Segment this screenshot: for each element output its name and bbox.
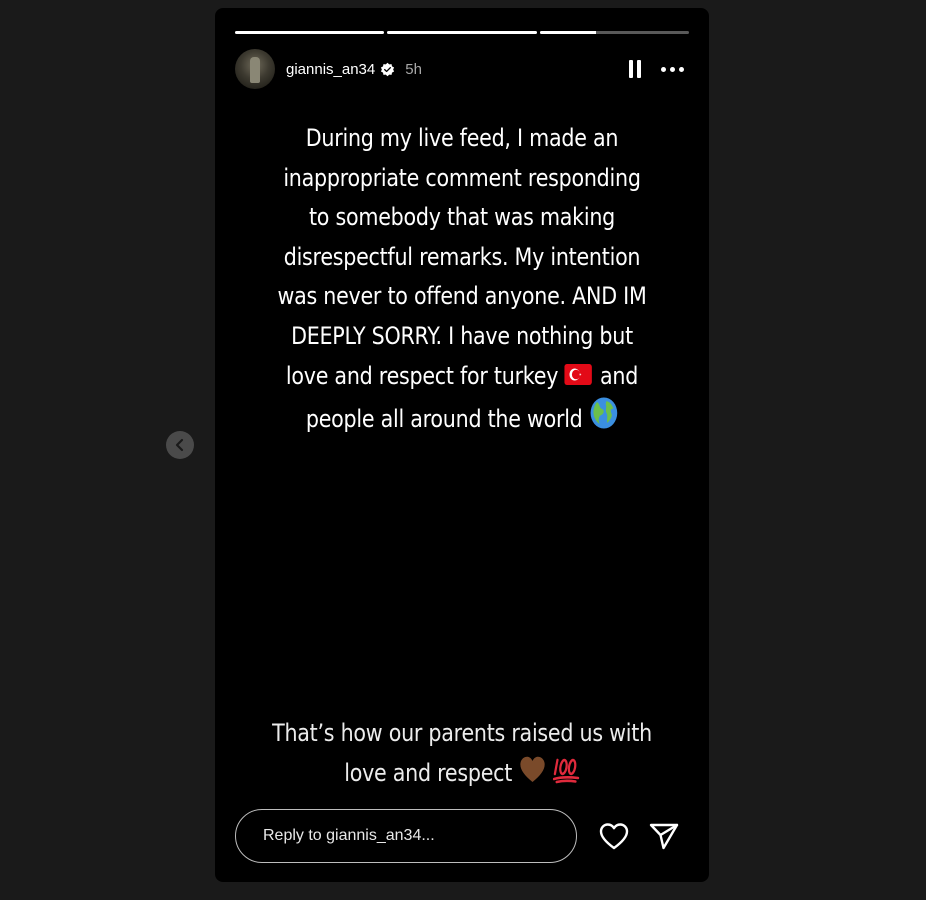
caption-line: love and respect bbox=[267, 754, 657, 794]
progress-segment bbox=[387, 31, 537, 34]
chevron-left-icon bbox=[175, 438, 184, 452]
caption-line: was never to offend anyone. AND IM bbox=[277, 282, 647, 311]
caption-line: That’s how our parents raised us with bbox=[272, 719, 652, 747]
send-icon[interactable] bbox=[648, 821, 680, 851]
post-time: 5h bbox=[405, 60, 422, 78]
caption-text: love and respect bbox=[344, 758, 513, 787]
avatar[interactable] bbox=[235, 49, 275, 89]
caption-text: people all around the world bbox=[305, 405, 583, 434]
story-footer-caption: That’s how our parents raised us with lo… bbox=[267, 714, 657, 793]
verified-badge-icon bbox=[381, 62, 395, 76]
caption-line: inappropriate comment responding bbox=[283, 163, 641, 192]
story-progress-bar bbox=[235, 31, 689, 34]
previous-story-button[interactable] bbox=[166, 431, 194, 459]
caption-text: love and respect for turkey bbox=[285, 361, 559, 390]
story-header: giannis_an34 5h bbox=[235, 48, 689, 90]
username-link[interactable]: giannis_an34 bbox=[286, 61, 375, 78]
hundred-points-emoji bbox=[552, 758, 580, 783]
caption-line: love and respect for turkey and bbox=[267, 357, 657, 397]
progress-segment bbox=[539, 31, 689, 34]
brown-heart-emoji bbox=[520, 756, 545, 782]
caption-text: and bbox=[600, 361, 639, 390]
heart-icon[interactable] bbox=[598, 821, 630, 851]
pause-icon[interactable] bbox=[629, 60, 641, 78]
turkey-flag-emoji bbox=[564, 363, 593, 385]
globe-emoji bbox=[590, 397, 617, 429]
more-options-icon[interactable] bbox=[661, 66, 684, 72]
caption-line: During my live feed, I made an bbox=[305, 124, 619, 152]
caption-line: DEEPLY SORRY. I have nothing but bbox=[291, 321, 633, 350]
reply-field[interactable] bbox=[235, 809, 577, 863]
caption-line: people all around the world bbox=[267, 396, 657, 440]
caption-line: disrespectful remarks. My intention bbox=[283, 242, 641, 271]
story-viewer: giannis_an34 5h During my live feed, I m… bbox=[215, 8, 709, 882]
story-caption: During my live feed, I made an inappropr… bbox=[267, 119, 657, 440]
caption-line: to somebody that was making bbox=[308, 203, 616, 232]
progress-segment bbox=[235, 31, 385, 34]
reply-input[interactable] bbox=[261, 826, 555, 846]
